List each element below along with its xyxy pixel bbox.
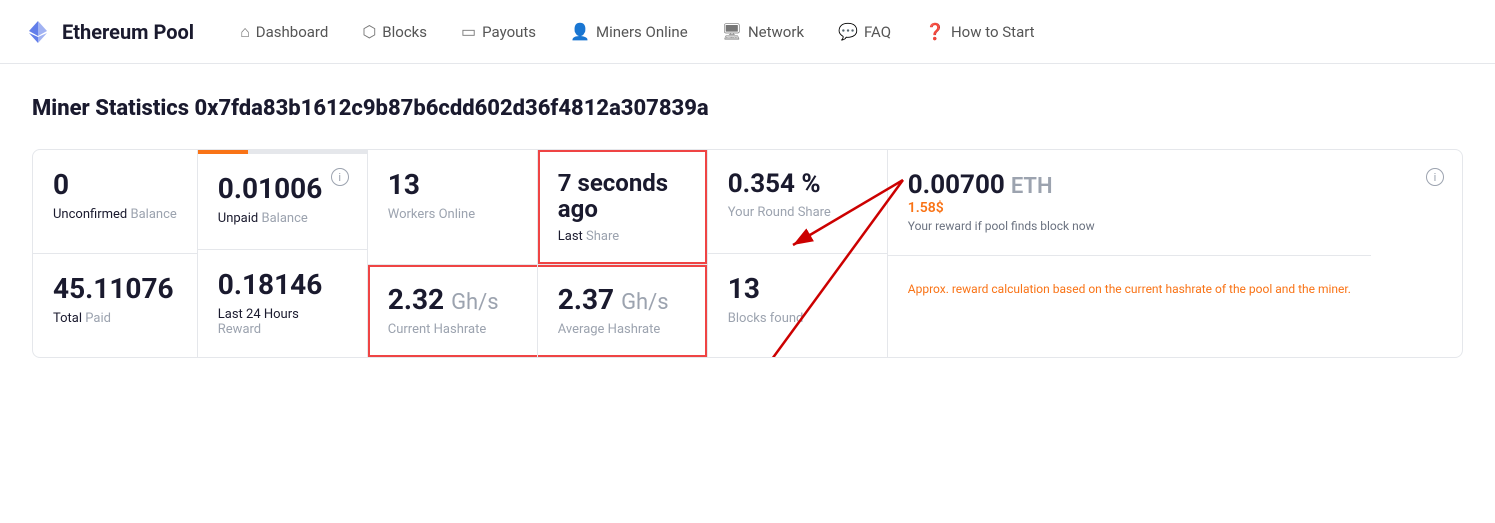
- nav-label-miners: Miners Online: [596, 23, 688, 41]
- unpaid-balance-cell: 0.01006 Unpaid Balance i: [198, 150, 367, 250]
- unpaid-balance-label: Unpaid Balance: [218, 211, 347, 226]
- eth-value-row: 0.00700 ETH: [908, 170, 1351, 200]
- home-icon: ⌂: [240, 22, 250, 42]
- round-share-cell: 0.354 % Your Round Share: [708, 150, 887, 254]
- last24h-cell: 0.18146 Last 24 Hours Reward: [198, 250, 367, 357]
- nav-label-network: Network: [748, 23, 804, 41]
- unconfirmed-balance-label: Unconfirmed Balance: [53, 207, 177, 222]
- last24h-label-text: Last 24 Hours: [218, 307, 299, 322]
- total-paid-value: 45.11076: [53, 274, 177, 305]
- blocks-found-value: 13: [728, 274, 867, 305]
- unconfirmed-label-suffix: Balance: [130, 207, 176, 222]
- unpaid-balance-value: 0.01006: [218, 174, 347, 205]
- blocks-icon: ⬡: [362, 22, 376, 41]
- last-share-label-prefix: Last: [558, 229, 583, 244]
- eth-reward-value: 0.00700: [908, 170, 1005, 200]
- navbar: Ethereum Pool ⌂ Dashboard ⬡ Blocks ▭ Pay…: [0, 0, 1495, 64]
- unconfirmed-info-icon[interactable]: i: [1426, 168, 1444, 186]
- nav-links: ⌂ Dashboard ⬡ Blocks ▭ Payouts 👤 Miners …: [226, 14, 1471, 50]
- workers-online-label: Workers Online: [388, 207, 517, 222]
- current-hashrate-unit: Gh/s: [451, 290, 499, 315]
- nav-item-blocks[interactable]: ⬡ Blocks: [348, 14, 441, 49]
- eth-approx-cell: Approx. reward calculation based on the …: [888, 256, 1371, 357]
- unconfirmed-label-prefix: Unconfirmed: [53, 207, 127, 222]
- round-share-value: 0.354 %: [728, 170, 867, 199]
- last24h-label2: Reward: [218, 322, 261, 337]
- current-hashrate-label: Current Hashrate: [388, 322, 517, 337]
- unpaid-info-icon[interactable]: i: [331, 168, 349, 186]
- nav-item-network[interactable]: 🖥 Network: [708, 14, 818, 49]
- nav-label-dashboard: Dashboard: [256, 23, 329, 41]
- workers-online-cell: 13 Workers Online: [368, 150, 538, 264]
- last-share-label: Last Share: [558, 229, 687, 244]
- unpaid-label-prefix: Unpaid: [218, 211, 258, 226]
- last24h-value: 0.18146: [218, 270, 347, 301]
- nav-item-dashboard[interactable]: ⌂ Dashboard: [226, 14, 342, 50]
- brand: Ethereum Pool: [24, 18, 194, 46]
- average-hashrate-unit: Gh/s: [621, 290, 669, 315]
- blocks-found-cell: 13 Blocks found: [708, 254, 887, 357]
- current-hashrate-value: 2.32 Gh/s: [388, 285, 517, 316]
- average-hashrate-value: 2.37 Gh/s: [558, 285, 687, 316]
- total-label-suffix: Paid: [85, 311, 111, 326]
- stats-container: 0 Unconfirmed Balance i 45.11076 Total P…: [32, 149, 1463, 358]
- last-share-value: 7 seconds ago: [558, 170, 687, 223]
- total-label-prefix: Total: [53, 311, 82, 326]
- total-paid-label: Total Paid: [53, 311, 177, 326]
- round-share-label: Your Round Share: [728, 205, 867, 220]
- nav-item-faq[interactable]: 💬 FAQ: [824, 14, 905, 49]
- faq-icon: 💬: [838, 22, 858, 41]
- unconfirmed-balance-cell: 0 Unconfirmed Balance i: [33, 150, 197, 254]
- nav-label-payouts: Payouts: [482, 23, 536, 41]
- progress-bar-fill: [198, 150, 249, 154]
- col3-top-row: 13 Workers Online 7 seconds ago Last Sha…: [368, 150, 707, 265]
- current-hashrate-cell: 2.32 Gh/s Current Hashrate: [368, 265, 538, 357]
- col-round: 0.354 % Your Round Share 13 Blocks found: [708, 150, 888, 357]
- nav-label-blocks: Blocks: [382, 23, 427, 41]
- miners-icon: 👤: [570, 22, 590, 41]
- col-unpaid: 0.01006 Unpaid Balance i 0.18146 Last 24…: [198, 150, 368, 357]
- total-paid-cell: 45.11076 Total Paid: [33, 254, 197, 357]
- nav-label-how-to-start: How to Start: [951, 23, 1035, 41]
- eth-reward-top-cell: 0.00700 ETH 1.58$ Your reward if pool fi…: [888, 150, 1371, 256]
- col-balance: 0 Unconfirmed Balance i 45.11076 Total P…: [33, 150, 198, 357]
- progress-bar-container: [198, 150, 367, 154]
- unpaid-label-suffix: Balance: [261, 211, 307, 226]
- blocks-found-label: Blocks found: [728, 311, 867, 326]
- eth-logo-icon: [24, 18, 52, 46]
- col-eth-reward: 0.00700 ETH 1.58$ Your reward if pool fi…: [888, 150, 1371, 357]
- unconfirmed-balance-value: 0: [53, 170, 177, 201]
- eth-reward-unit: ETH: [1011, 174, 1053, 199]
- last-share-cell: 7 seconds ago Last Share: [538, 150, 707, 264]
- page-content: Miner Statistics 0x7fda83b1612c9b87b6cdd…: [0, 64, 1495, 390]
- nav-item-payouts[interactable]: ▭ Payouts: [447, 14, 550, 49]
- network-icon: 🖥: [722, 22, 742, 41]
- last-share-label-suffix: Share: [586, 229, 619, 244]
- nav-label-faq: FAQ: [864, 23, 891, 41]
- col-hashrate: 13 Workers Online 7 seconds ago Last Sha…: [368, 150, 708, 357]
- average-hashrate-cell: 2.37 Gh/s Average Hashrate: [538, 265, 707, 357]
- eth-approx-text: Approx. reward calculation based on the …: [908, 280, 1351, 298]
- help-icon: ❓: [925, 22, 945, 41]
- nav-item-miners-online[interactable]: 👤 Miners Online: [556, 14, 702, 49]
- last24h-label: Last 24 Hours Reward: [218, 307, 347, 337]
- average-hashrate-label: Average Hashrate: [558, 322, 687, 337]
- eth-usd-value: 1.58$: [908, 200, 1351, 216]
- col3-bottom-row: 2.32 Gh/s Current Hashrate 2.37 Gh/s Ave…: [368, 265, 707, 357]
- workers-online-value: 13: [388, 170, 517, 201]
- payouts-icon: ▭: [461, 22, 476, 41]
- nav-item-how-to-start[interactable]: ❓ How to Start: [911, 14, 1049, 49]
- brand-name: Ethereum Pool: [62, 20, 194, 44]
- page-title: Miner Statistics 0x7fda83b1612c9b87b6cdd…: [32, 96, 1463, 121]
- eth-reward-desc: Your reward if pool finds block now: [908, 218, 1351, 235]
